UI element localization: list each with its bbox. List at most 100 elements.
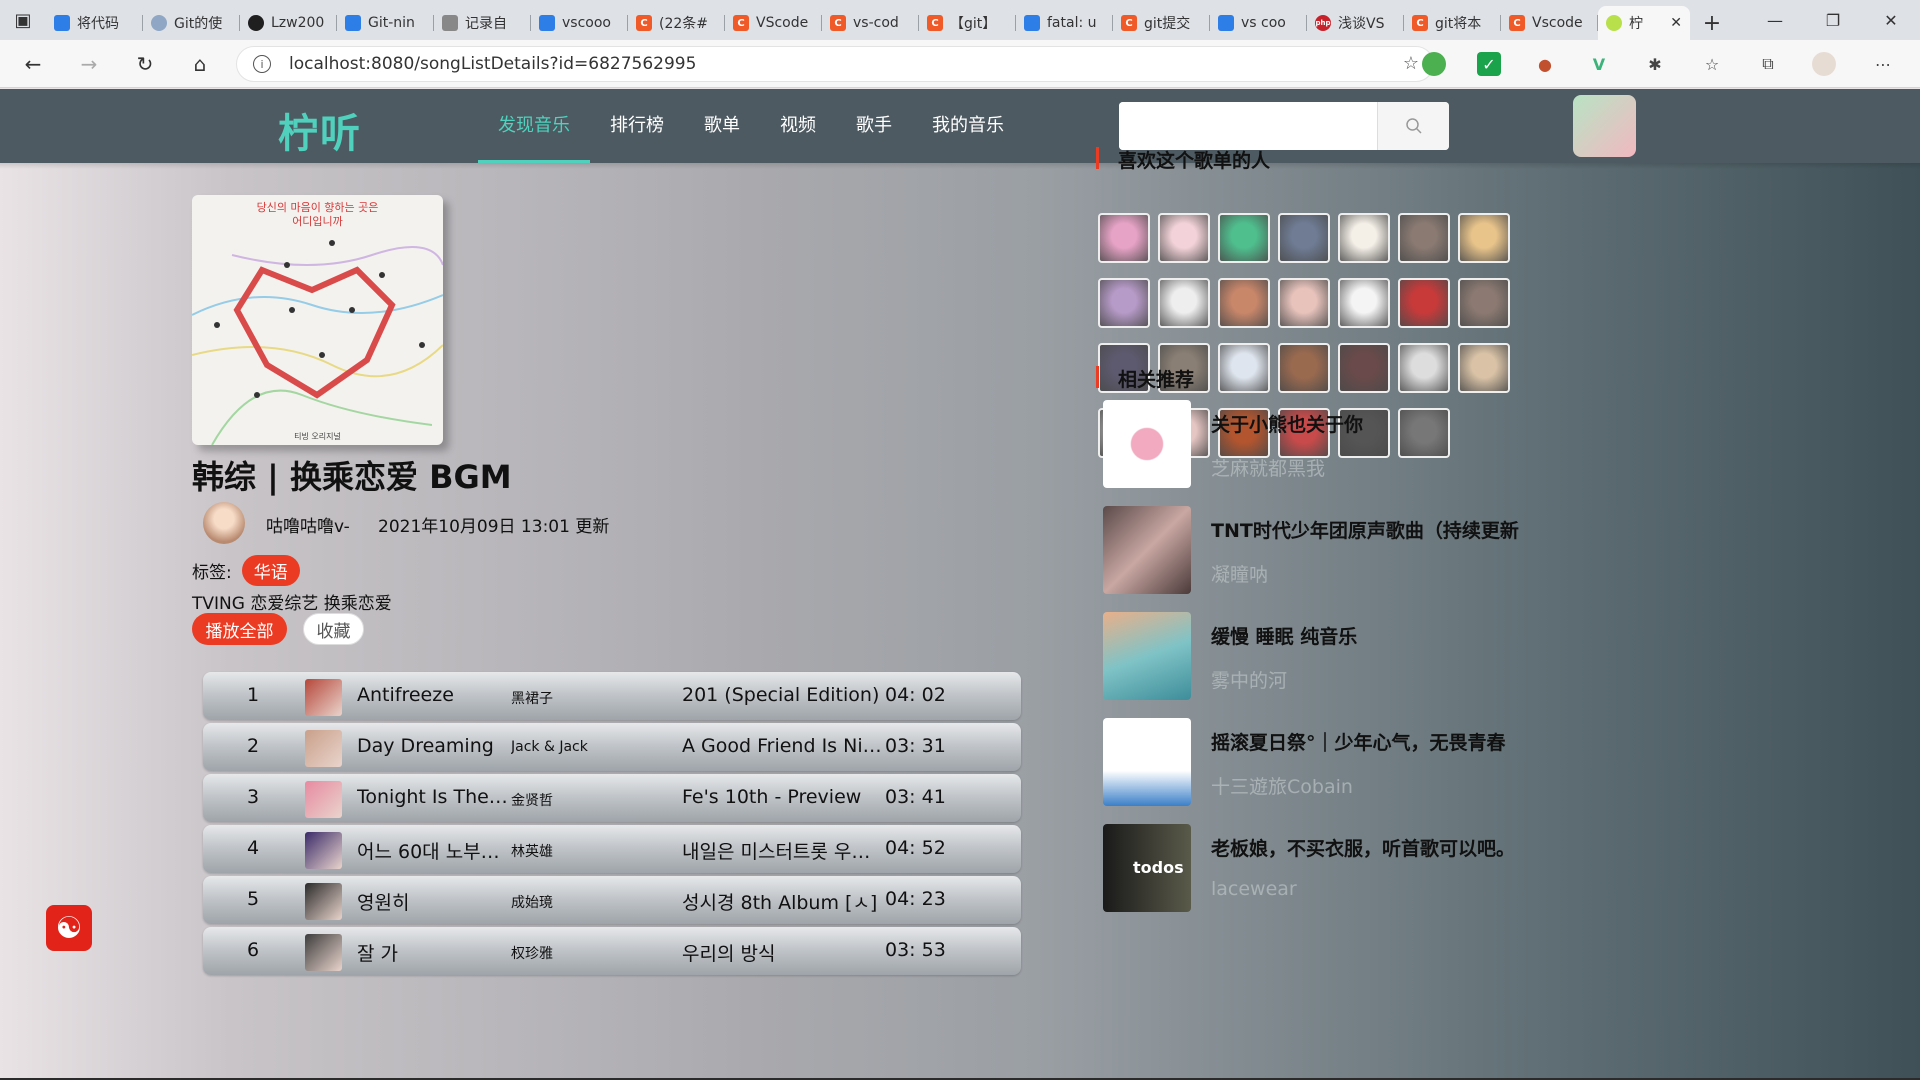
- browser-tab[interactable]: php 浅谈VS: [1307, 6, 1404, 40]
- profile-avatar-icon[interactable]: [1812, 52, 1836, 76]
- extension-cookie-icon[interactable]: ●: [1533, 52, 1557, 76]
- nav-discover[interactable]: 发现音乐: [478, 89, 590, 163]
- fan-avatar[interactable]: [1458, 278, 1510, 328]
- song-name[interactable]: Tonight Is The Night: [357, 786, 512, 808]
- song-album[interactable]: 내일은 미스터트롯 우승자 특전: [682, 837, 884, 864]
- fan-avatar[interactable]: [1338, 213, 1390, 263]
- browser-tab[interactable]: fatal: u: [1016, 6, 1113, 40]
- table-row[interactable]: 1 Antifreeze 黑裙子 201 (Special Edition) 04: 0…: [203, 672, 1021, 720]
- nav-videos[interactable]: 视频: [760, 89, 836, 163]
- related-cover[interactable]: [1103, 400, 1191, 488]
- related-author[interactable]: lacewear: [1211, 878, 1297, 900]
- tab-active[interactable]: 柠 ✕: [1598, 6, 1690, 40]
- related-author[interactable]: 十三遊旅Cobain: [1211, 772, 1353, 799]
- related-playlist[interactable]: todos 老板娘，不买衣服，听首歌可以吧。 lacewear: [1103, 824, 1703, 914]
- fan-avatar[interactable]: [1218, 278, 1270, 328]
- related-author[interactable]: 雾中的河: [1211, 666, 1287, 693]
- reload-icon[interactable]: ↻: [130, 50, 160, 78]
- related-cover[interactable]: [1103, 718, 1191, 806]
- browser-tab[interactable]: Git的使: [143, 6, 240, 40]
- tag-pill[interactable]: 华语: [241, 555, 300, 586]
- related-cover[interactable]: [1103, 612, 1191, 700]
- song-name[interactable]: 어느 60대 노부부 이야기: [357, 837, 512, 864]
- back-icon[interactable]: ←: [18, 50, 48, 78]
- related-name[interactable]: 摇滚夏日祭°｜少年心气，无畏青春: [1211, 728, 1506, 755]
- fan-avatar[interactable]: [1218, 343, 1270, 393]
- table-row[interactable]: 6 잘 가 权珍雅 우리의 방식 03: 53: [203, 927, 1021, 975]
- play-all-button[interactable]: 播放全部: [192, 613, 287, 645]
- song-artist[interactable]: Jack & Jack: [511, 739, 651, 755]
- related-playlist[interactable]: TNT时代少年团原声歌曲（持续更新 凝瞳呐: [1103, 506, 1703, 596]
- song-album[interactable]: Fe's 10th - Preview: [682, 786, 884, 808]
- favorite-star-icon[interactable]: ☆: [1403, 53, 1419, 74]
- browser-tab[interactable]: C 【git】: [919, 6, 1016, 40]
- extensions-puzzle-icon[interactable]: ✱: [1643, 52, 1667, 76]
- song-name[interactable]: Day Dreaming: [357, 735, 512, 757]
- fan-avatar[interactable]: [1098, 278, 1150, 328]
- fan-avatar[interactable]: [1278, 343, 1330, 393]
- browser-tab[interactable]: 记录自: [434, 6, 531, 40]
- fan-avatar[interactable]: [1278, 213, 1330, 263]
- extension-globe-icon[interactable]: [1422, 52, 1446, 76]
- user-avatar[interactable]: [1573, 95, 1636, 157]
- netease-logo-icon[interactable]: ☯: [46, 905, 92, 951]
- tab-actions-icon[interactable]: ▣: [0, 0, 46, 40]
- song-album[interactable]: A Good Friend Is Nice: [682, 735, 884, 757]
- fan-avatar[interactable]: [1098, 213, 1150, 263]
- extension-shield-icon[interactable]: ✓: [1477, 52, 1501, 76]
- song-artist[interactable]: 权珍雅: [511, 943, 651, 963]
- related-author[interactable]: 芝麻就都黑我: [1211, 454, 1325, 481]
- close-tab-icon[interactable]: ✕: [1670, 15, 1682, 31]
- browser-tab[interactable]: vs coo: [1210, 6, 1307, 40]
- creator-name[interactable]: 咕噜咕噜v-: [266, 512, 350, 537]
- related-playlist[interactable]: 缓慢 睡眠 纯音乐 雾中的河: [1103, 612, 1703, 702]
- song-artist[interactable]: 金贤哲: [511, 790, 651, 810]
- forward-icon[interactable]: →: [74, 50, 104, 78]
- fan-avatar[interactable]: [1458, 213, 1510, 263]
- fan-avatar[interactable]: [1158, 213, 1210, 263]
- browser-tab[interactable]: Cgit提交: [1113, 6, 1210, 40]
- fan-avatar[interactable]: [1398, 213, 1450, 263]
- song-album[interactable]: 201 (Special Edition): [682, 684, 884, 706]
- search-button[interactable]: [1377, 102, 1449, 150]
- browser-tab[interactable]: Git-nin: [337, 6, 434, 40]
- fan-avatar[interactable]: [1218, 213, 1270, 263]
- song-artist[interactable]: 成始璄: [511, 892, 651, 912]
- song-album[interactable]: 성시경 8th Album [ㅅ]: [682, 888, 884, 915]
- song-album[interactable]: 우리의 방식: [682, 939, 884, 966]
- browser-tab[interactable]: vscooo: [531, 6, 628, 40]
- collect-button[interactable]: 收藏: [303, 613, 364, 645]
- related-author[interactable]: 凝瞳呐: [1211, 560, 1268, 587]
- extension-vue-icon[interactable]: V: [1587, 52, 1611, 76]
- restore-icon[interactable]: ❐: [1804, 0, 1862, 40]
- related-cover[interactable]: todos: [1103, 824, 1191, 912]
- song-name[interactable]: 영원히: [357, 888, 512, 915]
- song-name[interactable]: Antifreeze: [357, 684, 512, 706]
- related-playlist[interactable]: 摇滚夏日祭°｜少年心气，无畏青春 十三遊旅Cobain: [1103, 718, 1703, 808]
- table-row[interactable]: 5 영원히 成始璄 성시경 8th Album [ㅅ] 04: 23: [203, 876, 1021, 924]
- nav-playlists[interactable]: 歌单: [684, 89, 760, 163]
- browser-tab[interactable]: Cgit将本: [1404, 6, 1501, 40]
- related-name[interactable]: 关于小熊也关于你: [1211, 410, 1363, 437]
- browser-tab[interactable]: C VScode: [725, 6, 822, 40]
- creator-avatar[interactable]: [203, 502, 245, 544]
- fan-avatar[interactable]: [1338, 343, 1390, 393]
- site-logo[interactable]: 柠听: [278, 101, 362, 159]
- related-name[interactable]: TNT时代少年团原声歌曲（持续更新: [1211, 516, 1519, 543]
- song-artist[interactable]: 林英雄: [511, 841, 651, 861]
- browser-tab[interactable]: C Vscode: [1501, 6, 1598, 40]
- minimize-icon[interactable]: —: [1746, 0, 1804, 40]
- site-info-icon[interactable]: i: [253, 55, 271, 73]
- table-row[interactable]: 3 Tonight Is The Night金贤哲 Fe's 10th - Prev…: [203, 774, 1021, 822]
- fan-avatar[interactable]: [1338, 278, 1390, 328]
- close-window-icon[interactable]: ✕: [1862, 0, 1920, 40]
- fan-avatar[interactable]: [1158, 278, 1210, 328]
- table-row[interactable]: 4 어느 60대 노부부 이야기林英雄 내일은 미스터트롯 우승자 특전04: 52: [203, 825, 1021, 873]
- table-row[interactable]: 2 Day Dreaming Jack & Jack A Good Friend Is…: [203, 723, 1021, 771]
- home-icon[interactable]: ⌂: [185, 50, 215, 78]
- related-name[interactable]: 老板娘，不买衣服，听首歌可以吧。: [1211, 834, 1515, 861]
- fan-avatar[interactable]: [1278, 278, 1330, 328]
- collections-icon[interactable]: ⧉: [1756, 52, 1780, 76]
- nav-artists[interactable]: 歌手: [836, 89, 912, 163]
- more-menu-icon[interactable]: ⋯: [1871, 52, 1895, 76]
